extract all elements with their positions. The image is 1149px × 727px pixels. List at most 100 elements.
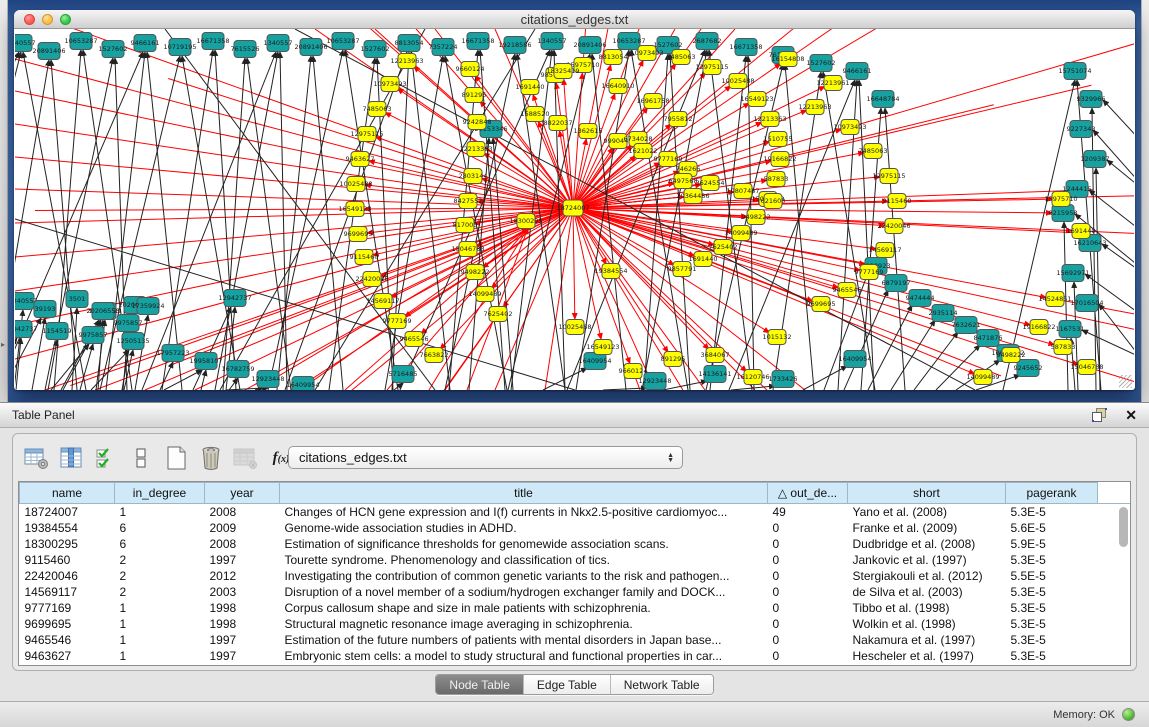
close-panel-icon[interactable]: ✕ xyxy=(1125,408,1137,422)
graph-node[interactable]: 1015132 xyxy=(763,330,792,345)
graph-node[interactable]: 16648784 xyxy=(866,91,899,108)
delete-column-button[interactable] xyxy=(231,443,261,473)
column-header[interactable]: in_degree xyxy=(115,483,205,504)
graph-node[interactable]: 14569117 xyxy=(868,243,901,258)
graph-node[interactable]: 19958107 xyxy=(189,353,222,370)
table-scrollbar-thumb[interactable] xyxy=(1119,507,1128,547)
graph-node[interactable]: 2803144 xyxy=(459,169,488,184)
graph-node[interactable]: 9465546 xyxy=(833,283,862,298)
graph-node[interactable]: 1167531 xyxy=(1056,321,1085,338)
network-canvas[interactable]: 1340557208914061065328715276029466161107… xyxy=(15,29,1134,390)
graph-node[interactable]: 17957223 xyxy=(156,345,189,362)
tab-node-table[interactable]: Node Table xyxy=(436,675,523,694)
network-view-window[interactable]: citations_edges.txt 13405572089140610653… xyxy=(14,10,1135,390)
graph-node[interactable]: 9975857 xyxy=(79,327,108,344)
graph-node[interactable]: 2687682 xyxy=(693,33,722,50)
graph-node[interactable]: 891295 xyxy=(462,88,487,103)
select-rows-button[interactable] xyxy=(91,443,121,473)
graph-node[interactable]: 9660124 xyxy=(456,62,485,77)
graph-node[interactable]: 8471876 xyxy=(974,330,1003,347)
graph-node[interactable]: 2935114 xyxy=(929,305,958,322)
graph-node[interactable]: 16549123 xyxy=(740,92,773,107)
graph-node[interactable]: 22420046 xyxy=(877,219,910,234)
table-row[interactable]: 1872400712008Changes of HCN gene express… xyxy=(20,504,1132,520)
graph-node[interactable]: 1510755 xyxy=(764,132,793,147)
graph-node[interactable]: 9474444 xyxy=(906,290,935,307)
create-table-button[interactable] xyxy=(161,443,191,473)
graph-node[interactable]: 1340557 xyxy=(264,35,293,52)
graph-node[interactable]: 8215958 xyxy=(1049,205,1078,222)
graph-node[interactable]: 8427552 xyxy=(454,194,483,209)
graph-node[interactable]: 19166822 xyxy=(763,152,796,167)
graph-node[interactable]: 9329966 xyxy=(1077,91,1106,108)
network-window-titlebar[interactable]: citations_edges.txt xyxy=(14,10,1135,29)
network-view[interactable]: 1340557208914061065328715276029466161107… xyxy=(15,29,1134,390)
show-columns-button[interactable] xyxy=(56,443,86,473)
table-options-button[interactable] xyxy=(21,443,51,473)
graph-node[interactable]: 19166822 xyxy=(1022,320,1055,335)
graph-node[interactable]: 9115460 xyxy=(883,194,912,209)
graph-node[interactable]: 1733426 xyxy=(769,371,798,388)
graph-node[interactable]: 14099489 xyxy=(966,370,999,385)
table-row[interactable]: 911546021997Tourette syndrome. Phenomeno… xyxy=(20,552,1132,568)
graph-node[interactable]: 12923448 xyxy=(251,371,284,388)
tab-network-table[interactable]: Network Table xyxy=(610,675,713,694)
column-header[interactable]: pagerank xyxy=(1006,483,1098,504)
graph-node[interactable]: 5716485 xyxy=(389,366,418,383)
graph-node[interactable]: 1527602 xyxy=(99,41,128,58)
graph-node[interactable]: 9466161 xyxy=(843,63,872,80)
graph-node[interactable]: 1527602 xyxy=(361,41,390,58)
graph-node[interactable]: 10653287 xyxy=(326,33,359,50)
graph-node[interactable]: 19218586 xyxy=(498,37,531,54)
table-row[interactable]: 1938455462009Genome-wide association stu… xyxy=(20,520,1132,536)
graph-node[interactable]: 7632621 xyxy=(952,317,981,334)
column-header[interactable]: short xyxy=(848,483,1006,504)
graph-node[interactable]: 12942737 xyxy=(15,321,38,338)
graph-node[interactable]: 20891406 xyxy=(573,37,606,54)
graph-node[interactable]: 9227343 xyxy=(1067,121,1096,138)
graph-node[interactable]: 8813054 xyxy=(599,50,628,65)
graph-node[interactable]: 6879197 xyxy=(882,275,911,292)
graph-node[interactable]: 621600 xyxy=(761,194,786,209)
column-header[interactable]: △ out_de... xyxy=(768,483,848,504)
table-row[interactable]: 969969511998Structural magnetic resonanc… xyxy=(20,616,1132,632)
graph-node[interactable]: 16671358 xyxy=(196,33,229,50)
graph-node[interactable]: 9466161 xyxy=(131,35,160,52)
right-panel-strip[interactable] xyxy=(1141,0,1149,402)
graph-node[interactable]: 891295 xyxy=(661,352,686,367)
graph-node[interactable]: 817003 xyxy=(453,218,478,233)
expand-left-panel-icon[interactable]: ▸ xyxy=(1,340,5,349)
table-row[interactable]: 946362711997Embryonic stem cells: a mode… xyxy=(20,648,1132,664)
column-header[interactable]: name xyxy=(20,483,115,504)
column-header[interactable]: year xyxy=(205,483,280,504)
graph-node[interactable]: 1340557 xyxy=(538,33,567,50)
graph-node[interactable]: 9699695 xyxy=(344,227,373,242)
graph-node[interactable]: 16409954 xyxy=(578,353,611,370)
table-row[interactable]: 1456911722003Disruption of a novel membe… xyxy=(20,584,1132,600)
graph-node[interactable]: 9975857 xyxy=(114,315,143,332)
graph-node[interactable]: 7625402 xyxy=(484,307,513,322)
graph-node[interactable]: 1691440 xyxy=(516,80,545,95)
graph-node[interactable]: 8813054 xyxy=(395,35,424,52)
delete-table-button[interactable] xyxy=(196,443,226,473)
memory-status-indicator[interactable] xyxy=(1122,708,1135,721)
graph-node[interactable]: 39193 xyxy=(34,301,56,318)
graph-node[interactable]: 587833 xyxy=(764,172,789,187)
table-selector-dropdown[interactable]: citations_edges.txt ▲▼ xyxy=(288,446,683,469)
window-resize-grip[interactable] xyxy=(1119,375,1132,388)
graph-node[interactable]: 14524851 xyxy=(1038,292,1071,307)
graph-node[interactable]: 16120746 xyxy=(736,370,769,385)
column-header[interactable]: title xyxy=(280,483,768,504)
graph-node[interactable]: 10719195 xyxy=(163,39,196,56)
graph-node[interactable]: 20891406 xyxy=(294,39,327,56)
row-height-button[interactable] xyxy=(126,443,156,473)
graph-node[interactable]: 12975115 xyxy=(350,127,383,142)
graph-node[interactable]: 16671358 xyxy=(729,39,762,56)
graph-node[interactable]: 12213963 xyxy=(390,54,423,69)
left-panel-strip[interactable]: ▸ xyxy=(0,0,8,402)
graph-node[interactable]: 7357224 xyxy=(429,39,458,56)
graph-node[interactable]: 1209387 xyxy=(1081,151,1110,168)
graph-node[interactable]: 16409954 xyxy=(838,351,871,368)
graph-node[interactable]: 15692971 xyxy=(1056,265,1089,282)
graph-node[interactable]: 20891406 xyxy=(32,43,65,60)
